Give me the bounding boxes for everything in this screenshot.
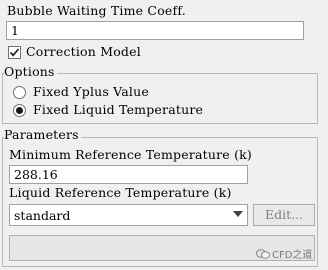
chevron-down-icon <box>233 211 243 217</box>
radio-fixed-liquid-temp-label: Fixed Liquid Temperature <box>33 102 204 117</box>
parameters-title: Parameters <box>4 127 81 142</box>
correction-model-checkbox[interactable] <box>8 46 21 59</box>
min-ref-temp-label: Minimum Reference Temperature (k) <box>9 147 252 162</box>
edit-button[interactable]: Edit... <box>253 204 315 226</box>
min-ref-temp-input[interactable]: 288.16 <box>9 165 248 184</box>
liquid-ref-temp-selected: standard <box>14 208 71 223</box>
bubble-waiting-input[interactable]: 1 <box>6 21 304 40</box>
radio-fixed-yplus-label: Fixed Yplus Value <box>33 84 149 99</box>
wechat-logo-icon <box>256 247 270 259</box>
radio-fixed-yplus-button[interactable] <box>13 86 26 99</box>
liquid-ref-temp-label: Liquid Reference Temperature (k) <box>9 185 232 200</box>
radio-fixed-liquid-temp-button[interactable] <box>13 104 26 117</box>
bubble-waiting-label: Bubble Waiting Time Coeff. <box>7 3 186 18</box>
options-title: Options <box>4 64 57 79</box>
watermark-text: CFD之道 <box>272 250 313 261</box>
correction-model-label: Correction Model <box>26 44 141 59</box>
liquid-ref-temp-dropdown[interactable]: standard <box>9 204 248 226</box>
checkmark-icon <box>9 48 20 57</box>
